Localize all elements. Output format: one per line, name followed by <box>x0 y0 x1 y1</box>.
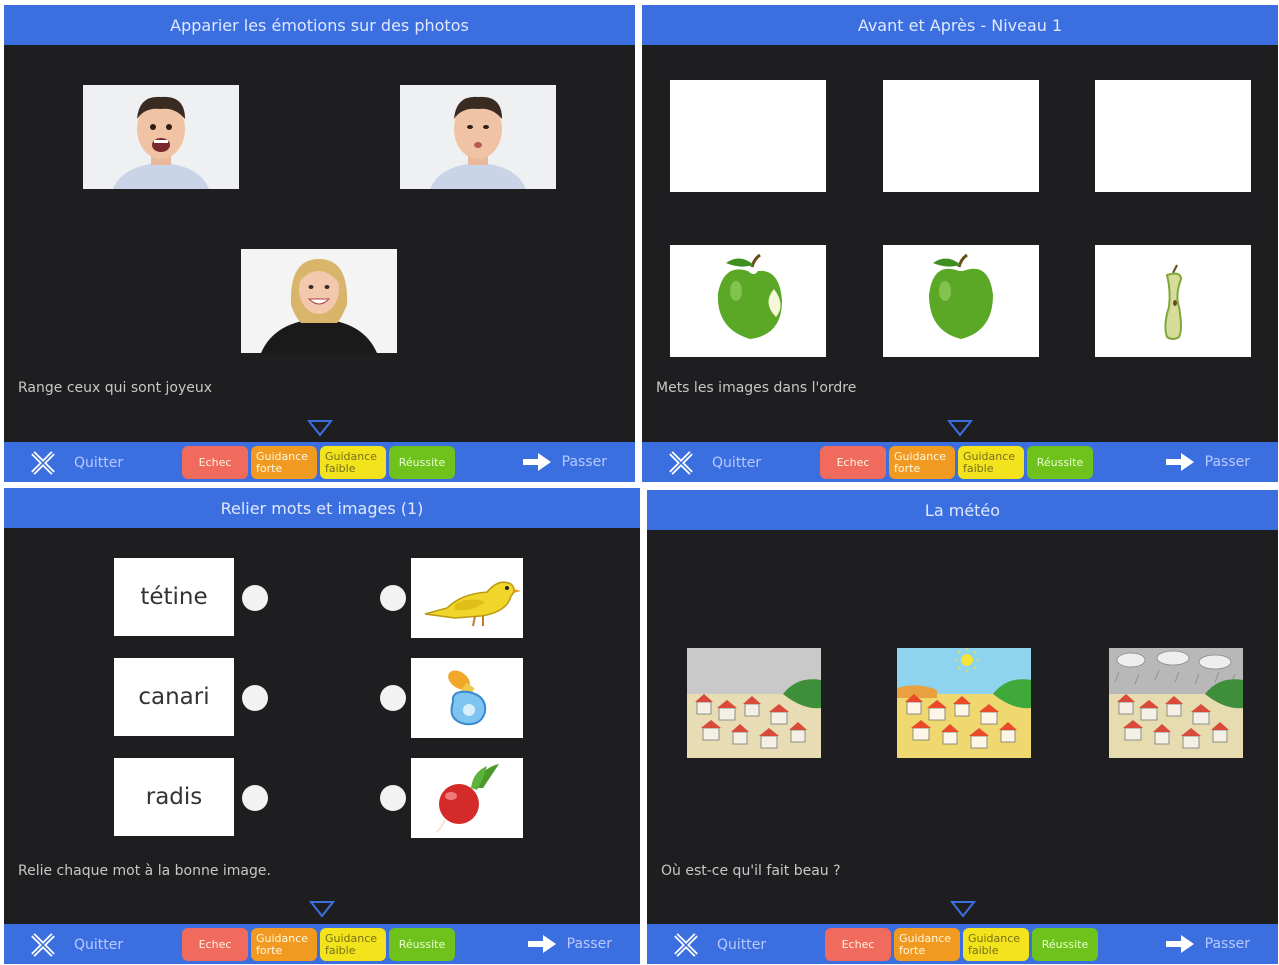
page-title: Relier mots et images (1) <box>4 488 640 528</box>
village-rainy-icon <box>1109 648 1243 758</box>
photo-man-surprised[interactable] <box>83 85 239 189</box>
link-dot[interactable] <box>242 685 268 711</box>
reussite-button[interactable]: Réussite <box>1032 928 1098 961</box>
image-card[interactable] <box>670 245 826 357</box>
quit-label: Quitter <box>712 455 762 471</box>
instruction-text: Range ceux qui sont joyeux <box>18 380 213 396</box>
footer-bar: Quitter Echec Guidance forte Guidance fa… <box>647 924 1278 964</box>
image-card[interactable] <box>411 558 523 638</box>
pass-label: Passer <box>1204 936 1250 952</box>
village-sunny-icon <box>897 648 1031 758</box>
word-card[interactable]: radis <box>114 758 234 836</box>
arrow-right-icon <box>1165 453 1194 471</box>
radish-icon <box>436 764 499 833</box>
quit-label: Quitter <box>717 937 767 953</box>
page-title: La météo <box>647 490 1278 530</box>
apple-core-icon <box>1164 264 1183 340</box>
footer-bar: Quitter Echec Guidance forte Guidance fa… <box>4 924 640 964</box>
arrow-right-icon <box>522 453 551 471</box>
instruction-text: Relie chaque mot à la bonne image. <box>18 863 271 879</box>
link-dot[interactable] <box>380 585 406 611</box>
link-dot[interactable] <box>242 785 268 811</box>
echec-button[interactable]: Echec <box>182 446 248 479</box>
quit-button[interactable]: Quitter <box>30 932 123 958</box>
woman-smiling-icon <box>241 249 397 353</box>
quit-x-icon <box>31 451 55 475</box>
apple-whole-icon <box>929 253 993 339</box>
pass-button[interactable]: Passer <box>1165 451 1250 473</box>
image-card[interactable] <box>1109 648 1243 758</box>
pass-label: Passer <box>566 936 612 952</box>
canary-icon <box>424 581 521 627</box>
chevron-down-icon[interactable] <box>306 419 333 437</box>
guidance-faible-button[interactable]: Guidance faible <box>963 928 1029 961</box>
quit-x-icon <box>669 451 693 475</box>
pass-button[interactable]: Passer <box>527 933 612 955</box>
quit-label: Quitter <box>74 455 124 471</box>
guidance-forte-button[interactable]: Guidance forte <box>889 446 955 479</box>
quit-button[interactable]: Quitter <box>668 450 761 476</box>
drop-slot[interactable] <box>883 80 1039 192</box>
guidance-forte-button[interactable]: Guidance forte <box>894 928 960 961</box>
page-title: Apparier les émotions sur des photos <box>4 5 635 45</box>
pass-label: Passer <box>1204 454 1250 470</box>
image-card[interactable] <box>897 648 1031 758</box>
drop-slot[interactable] <box>1095 80 1251 192</box>
panel-before-after: Avant et Après - Niveau 1 Mets les image… <box>642 5 1278 482</box>
link-dot[interactable] <box>242 585 268 611</box>
image-card[interactable] <box>411 658 523 738</box>
pacifier-icon <box>448 670 487 726</box>
panel-words-images: Relier mots et images (1) tétine canari … <box>4 488 640 964</box>
pass-label: Passer <box>561 454 607 470</box>
page-title: Avant et Après - Niveau 1 <box>642 5 1278 45</box>
quit-button[interactable]: Quitter <box>30 450 123 476</box>
instruction-text: Mets les images dans l'ordre <box>656 380 857 396</box>
link-dot[interactable] <box>380 685 406 711</box>
guidance-forte-button[interactable]: Guidance forte <box>251 446 317 479</box>
pass-button[interactable]: Passer <box>1165 933 1250 955</box>
chevron-down-icon[interactable] <box>309 900 335 918</box>
reussite-button[interactable]: Réussite <box>1027 446 1093 479</box>
panel-weather: La météo Où est-ce qu'il fait beau ? Qui… <box>647 490 1278 964</box>
arrow-right-icon <box>527 935 556 953</box>
echec-button[interactable]: Echec <box>825 928 891 961</box>
chevron-down-icon[interactable] <box>947 419 973 437</box>
apple-bitten-icon <box>717 253 782 339</box>
pass-button[interactable]: Passer <box>522 451 607 473</box>
man-pouting-icon <box>400 85 556 189</box>
arrow-right-icon <box>1165 935 1194 953</box>
image-card[interactable] <box>687 648 821 758</box>
word-card[interactable]: tétine <box>114 558 234 636</box>
village-cloudy-icon <box>687 648 821 758</box>
guidance-faible-button[interactable]: Guidance faible <box>320 928 386 961</box>
echec-button[interactable]: Echec <box>820 446 886 479</box>
echec-button[interactable]: Echec <box>182 928 248 961</box>
word-card[interactable]: canari <box>114 658 234 736</box>
footer-bar: Quitter Echec Guidance forte Guidance fa… <box>4 442 635 482</box>
instruction-text: Où est-ce qu'il fait beau ? <box>661 863 841 879</box>
reussite-button[interactable]: Réussite <box>389 928 455 961</box>
drop-slot[interactable] <box>670 80 826 192</box>
panel-emotions: Apparier les émotions sur des photos Ran… <box>4 5 635 482</box>
quit-button[interactable]: Quitter <box>673 932 766 958</box>
man-surprised-icon <box>83 85 239 189</box>
chevron-down-icon[interactable] <box>949 900 976 918</box>
quit-x-icon <box>674 933 698 957</box>
quit-label: Quitter <box>74 937 124 953</box>
image-card[interactable] <box>1095 245 1251 357</box>
guidance-faible-button[interactable]: Guidance faible <box>958 446 1024 479</box>
footer-bar: Quitter Echec Guidance forte Guidance fa… <box>642 442 1278 482</box>
reussite-button[interactable]: Réussite <box>389 446 455 479</box>
guidance-faible-button[interactable]: Guidance faible <box>320 446 386 479</box>
photo-man-pouting[interactable] <box>400 85 556 189</box>
quit-x-icon <box>31 933 55 957</box>
photo-woman-smiling[interactable] <box>241 249 397 353</box>
guidance-forte-button[interactable]: Guidance forte <box>251 928 317 961</box>
image-card[interactable] <box>883 245 1039 357</box>
link-dot[interactable] <box>380 785 406 811</box>
image-card[interactable] <box>411 758 523 838</box>
